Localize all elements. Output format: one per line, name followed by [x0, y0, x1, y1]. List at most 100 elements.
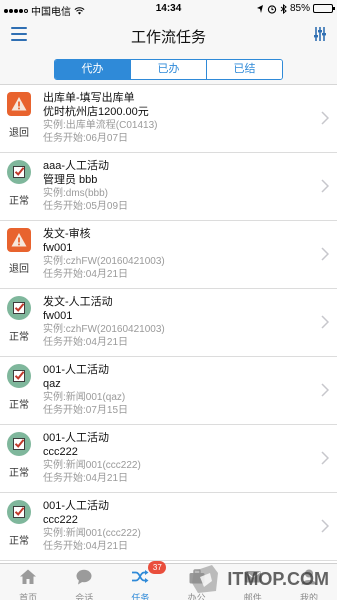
task-subtitle: ccc222: [43, 514, 78, 526]
task-filter-segment: 代办 已办 已结: [54, 59, 283, 80]
task-instance: 实例:dms(bbb): [43, 188, 109, 199]
task-status-label: 正常: [9, 332, 29, 343]
task-title: 001-人工活动: [43, 364, 110, 376]
task-row[interactable]: 正常 001-人工活动 qaz 实例:新闻001(qaz) 任务开始:07月15日: [0, 357, 337, 425]
tab-4[interactable]: 邮件: [225, 564, 281, 600]
chevron-right-icon: [321, 519, 329, 533]
unread-badge: 37: [148, 561, 167, 574]
tab-5[interactable]: 我的: [281, 564, 337, 600]
battery-icon: [313, 4, 335, 13]
task-subtitle: ccc222: [43, 446, 78, 458]
chevron-right-icon: [321, 315, 329, 329]
task-status: 正常: [0, 364, 38, 411]
task-start-date: 任务开始:06月07日: [43, 133, 129, 144]
task-instance: 实例:czhFW(20160421003): [43, 324, 165, 335]
battery-percent: 85%: [289, 3, 310, 14]
task-start-date: 任务开始:04月21日: [43, 269, 129, 280]
task-instance: 实例:新闻001(qaz): [43, 392, 126, 403]
task-body: 001-人工活动 ccc222 实例:新闻001(ccc222) 任务开始:04月21…: [43, 499, 311, 553]
warning-return-icon: [7, 92, 31, 121]
task-row[interactable]: 退回 发文-审核 fw001 实例:czhFW(20160421003) 任务开始:04…: [0, 221, 337, 289]
checkbox-normal-icon: [7, 432, 31, 461]
task-status-label: 正常: [9, 536, 29, 547]
status-right: 85%: [256, 3, 335, 14]
task-status-label: 正常: [9, 468, 29, 479]
task-start-date: 任务开始:04月21日: [43, 473, 129, 484]
chat-icon: [75, 568, 93, 590]
task-body: 出库单-填写出库单优时杭州店1200.00元 实例:出库单流程(C01413) 任务…: [43, 91, 311, 145]
task-status-label: 正常: [9, 400, 29, 411]
task-body: 发文-审核 fw001 实例:czhFW(20160421003) 任务开始:04月2…: [43, 227, 311, 281]
task-start-date: 任务开始:04月21日: [43, 337, 129, 348]
checkbox-normal-icon: [7, 364, 31, 393]
checkbox-normal-icon: [7, 296, 31, 325]
tab-1[interactable]: 会话: [56, 564, 112, 600]
task-instance: 实例:新闻001(ccc222): [43, 460, 141, 471]
task-status: 退回: [0, 228, 38, 275]
chevron-right-icon: [321, 111, 329, 125]
tab-3[interactable]: 办公: [169, 564, 225, 600]
location-arrow-icon: [256, 4, 263, 13]
task-instance: 实例:新闻001(ccc222): [43, 528, 141, 539]
segment-tab-0[interactable]: 代办: [55, 60, 131, 79]
task-subtitle: 优时杭州店1200.00元: [43, 106, 149, 118]
task-subtitle: qaz: [43, 378, 61, 390]
alarm-clock-icon: [267, 4, 277, 14]
task-title: 001-人工活动: [43, 432, 110, 444]
task-body: aaa-人工活动 管理员 bbb 实例:dms(bbb) 任务开始:05月09日: [43, 159, 311, 213]
task-title: 发文-审核: [43, 228, 91, 240]
tab-label: 首页: [19, 593, 38, 600]
task-row[interactable]: 正常 001-人工活动 ccc222 实例:新闻001(ccc222) 任务开始:04月…: [0, 425, 337, 493]
task-title: 001-人工活动: [43, 500, 110, 512]
task-subtitle: 管理员 bbb: [43, 174, 98, 186]
task-row[interactable]: 正常 发文-人工活动 fw001 实例:czhFW(20160421003) 任务开始:…: [0, 289, 337, 357]
task-body: 001-人工活动 ccc222 实例:新闻001(ccc222) 任务开始:04月21…: [43, 431, 311, 485]
task-row[interactable]: 正常 001-人工活动 ccc222 实例:新闻001(ccc222) 任务开始:04月…: [0, 493, 337, 561]
task-title: 出库单-填写出库单: [43, 92, 135, 104]
segment-bar: 代办 已办 已结: [0, 51, 337, 85]
task-status: 正常: [0, 296, 38, 343]
task-status-label: 正常: [9, 196, 29, 207]
segment-tab-2[interactable]: 已结: [207, 60, 282, 79]
task-shuffle-icon: [131, 568, 149, 590]
task-subtitle: fw001: [43, 242, 73, 254]
task-instance: 实例:出库单流程(C01413): [43, 120, 158, 131]
office-icon: [188, 568, 206, 590]
chevron-right-icon: [321, 451, 329, 465]
task-start-date: 任务开始:07月15日: [43, 405, 129, 416]
tab-label: 邮件: [243, 593, 262, 600]
profile-icon: [300, 568, 318, 590]
tab-0[interactable]: 首页: [0, 564, 56, 600]
task-start-date: 任务开始:04月21日: [43, 541, 129, 552]
checkbox-normal-icon: [7, 500, 31, 529]
tab-bar: 首页 会话 任务 37 办公 邮件 我的: [0, 561, 337, 600]
task-status: 退回: [0, 92, 38, 139]
tab-label: 办公: [187, 593, 206, 600]
task-list: 退回 出库单-填写出库单优时杭州店1200.00元 实例:出库单流程(C01413)…: [0, 85, 337, 563]
chevron-right-icon: [321, 179, 329, 193]
page-title: 工作流任务: [130, 29, 206, 46]
task-status-label: 退回: [9, 128, 29, 139]
status-bar: 中国电信 14:34 85%: [0, 0, 337, 18]
mail-icon: [244, 568, 262, 590]
task-row[interactable]: 退回 出库单-填写出库单优时杭州店1200.00元 实例:出库单流程(C01413)…: [0, 85, 337, 153]
warning-return-icon: [7, 228, 31, 257]
task-status: 正常: [0, 500, 38, 547]
task-subtitle: fw001: [43, 310, 73, 322]
tab-label: 会话: [75, 593, 94, 600]
task-body: 发文-人工活动 fw001 实例:czhFW(20160421003) 任务开始:04…: [43, 295, 311, 349]
task-row[interactable]: 正常 aaa-人工活动 管理员 bbb 实例:dms(bbb) 任务开始:05月09日: [0, 153, 337, 221]
chevron-right-icon: [321, 383, 329, 397]
segment-tab-1[interactable]: 已办: [131, 60, 207, 79]
task-status: 正常: [0, 160, 38, 207]
chevron-right-icon: [321, 247, 329, 261]
filter-sliders-icon[interactable]: [313, 26, 327, 42]
tab-label: 任务: [131, 593, 150, 600]
tab-2[interactable]: 任务 37: [112, 561, 168, 600]
task-start-date: 任务开始:05月09日: [43, 201, 129, 212]
task-title: aaa-人工活动: [43, 160, 110, 172]
bluetooth-icon: [280, 3, 287, 14]
task-title: 发文-人工活动: [43, 296, 113, 308]
home-icon: [19, 568, 37, 590]
tab-label: 我的: [299, 593, 318, 600]
